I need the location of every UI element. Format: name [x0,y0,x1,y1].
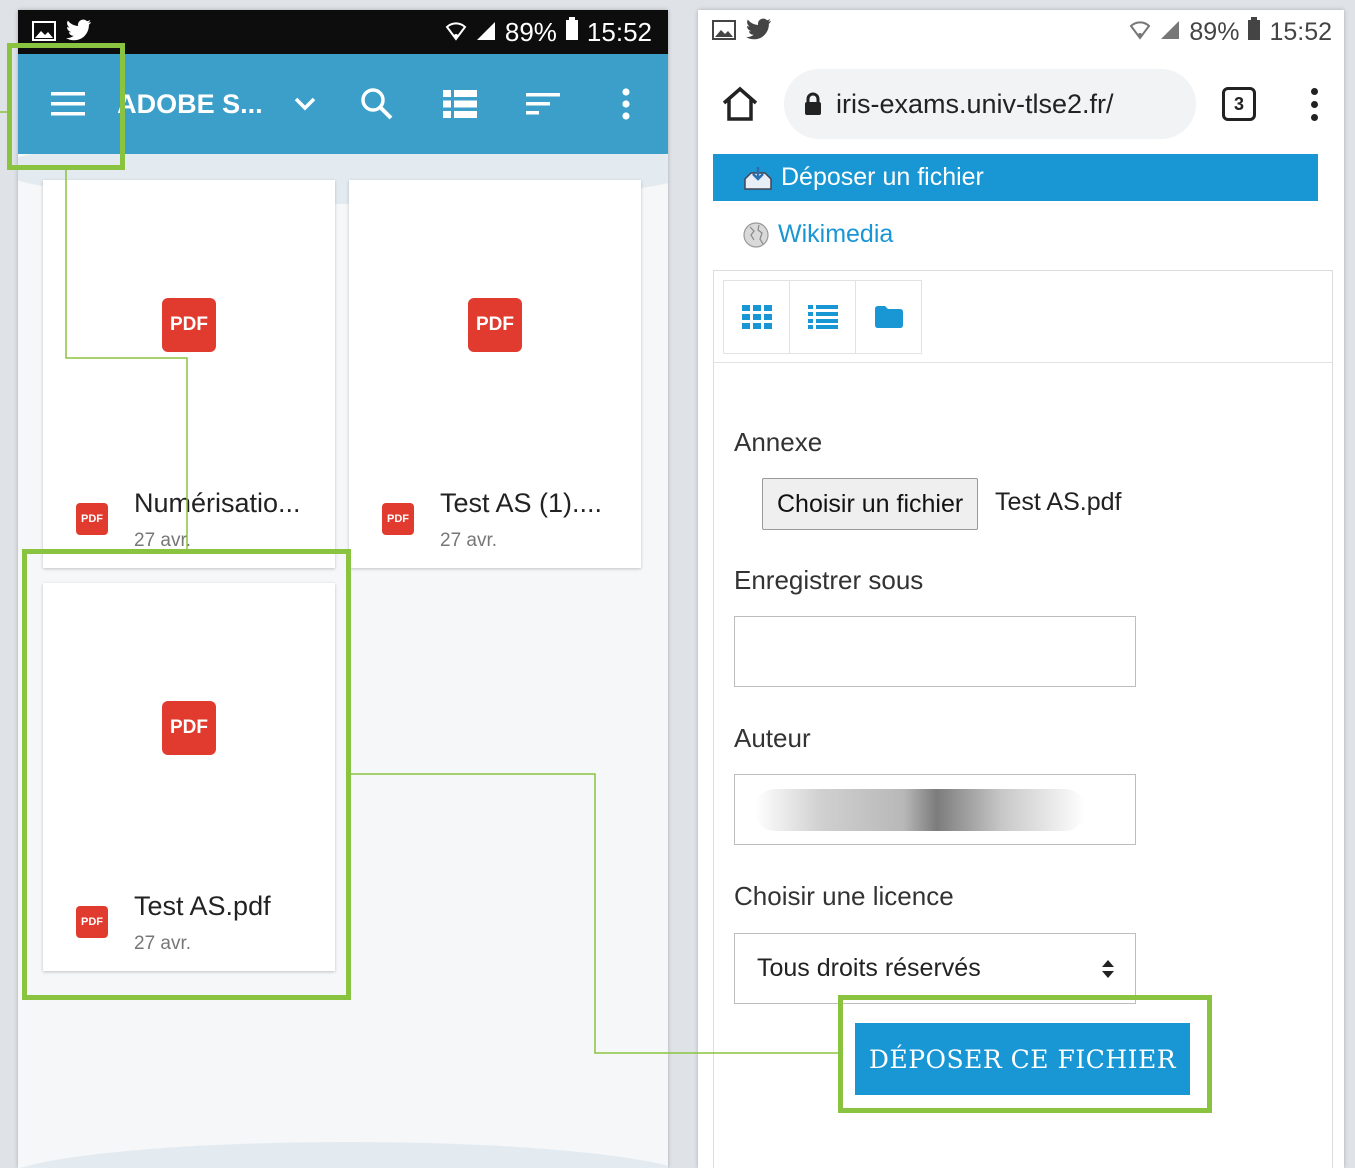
file-picker-panel: Annexe Choisir un fichier Test AS.pdf En… [713,270,1333,1168]
more-options-button[interactable] [585,54,668,154]
file-card[interactable]: PDF PDF Numérisatio... 27 avr. [43,180,335,568]
file-date: 27 avr. [134,530,192,551]
icon-view-button[interactable] [723,280,790,354]
home-button[interactable] [708,72,772,136]
file-name: Test AS.pdf [134,891,271,921]
app-bar: ADOBE S... [18,54,668,154]
file-card[interactable]: PDF PDF Test AS (1).... 27 avr. [349,180,641,568]
license-select[interactable]: Tous droits réservés [734,933,1136,1004]
save-as-input[interactable] [734,616,1136,687]
background-wave [18,1142,668,1168]
view-mode-buttons [723,280,922,354]
battery-icon [565,16,579,48]
pdf-thumbnail-icon: PDF [162,701,216,755]
license-label: Choisir une licence [734,881,954,911]
redacted-author-name [755,789,1085,831]
divider [714,362,1332,363]
license-selected-value: Tous droits réservés [757,954,981,982]
upload-inbox-icon [744,166,772,190]
folder-dropdown-button[interactable] [276,54,335,154]
save-as-label: Enregistrer sous [734,565,924,595]
select-arrows-icon [1102,959,1114,978]
menu-button[interactable] [18,54,117,154]
battery-icon [1247,16,1261,48]
right-phone-screen: 89% 15:52 iris-exams.univ-tlse2.fr/ 3 Dé… [698,10,1344,1168]
twitter-icon [66,17,92,48]
chosen-file-name: Test AS.pdf [995,488,1122,516]
search-button[interactable] [335,54,418,154]
image-notification-icon [32,17,56,48]
wifi-icon [1129,18,1151,47]
list-view-button[interactable] [789,280,856,354]
chevron-down-icon [295,97,316,111]
browser-toolbar: iris-exams.univ-tlse2.fr/ 3 [698,54,1344,154]
clock: 15:52 [586,16,652,47]
grid-icon [741,305,772,329]
wikimedia-link-label: Wikimedia [778,220,894,248]
pdf-type-icon: PDF [76,503,108,535]
pdf-thumbnail-icon: PDF [468,298,522,352]
search-icon [360,88,393,120]
more-vertical-icon [1310,87,1318,95]
file-date: 27 avr. [134,933,192,954]
image-notification-icon [712,18,736,47]
signal-icon [1159,18,1181,47]
file-name: Numérisatio... [134,488,301,518]
upload-file-repository-link[interactable]: Déposer un fichier [713,154,1318,201]
signal-icon [475,17,497,48]
author-label: Auteur [734,723,811,753]
lock-icon [805,92,821,115]
file-card-test-as[interactable]: PDF PDF Test AS.pdf 27 avr. [43,583,335,971]
more-vertical-icon [622,88,630,120]
pdf-type-icon: PDF [382,503,414,535]
list-view-button[interactable] [418,54,501,154]
upload-link-label: Déposer un fichier [781,163,984,191]
list-icon [807,305,838,329]
list-view-icon [442,90,477,118]
sort-button[interactable] [502,54,585,154]
attachment-label: Annexe [734,427,823,457]
choose-file-button[interactable]: Choisir un fichier [762,478,979,530]
status-bar: 89% 15:52 [18,10,668,54]
tab-switcher-button[interactable]: 3 [1222,87,1256,121]
status-bar: 89% 15:52 [698,10,1344,54]
wifi-icon [445,17,467,48]
sort-icon [526,93,561,115]
address-bar[interactable]: iris-exams.univ-tlse2.fr/ [784,69,1196,139]
browser-menu-button[interactable] [1294,87,1334,121]
author-input[interactable] [734,774,1136,845]
file-date: 27 avr. [440,530,498,551]
folder-icon [874,306,903,328]
url-text: iris-exams.univ-tlse2.fr/ [836,88,1114,119]
file-name: Test AS (1).... [440,488,603,518]
home-icon [722,86,758,121]
pdf-type-icon: PDF [76,906,108,938]
left-phone-screen: 89% 15:52 ADOBE S... PDF PDF Numérisatio… [18,10,668,1168]
pdf-thumbnail-icon: PDF [162,298,216,352]
battery-percentage: 89% [1189,17,1240,46]
wikipedia-globe-icon [743,221,769,248]
clock: 15:52 [1269,17,1332,46]
wikimedia-repository-link[interactable]: Wikimedia [742,220,893,249]
twitter-icon [746,18,772,47]
folder-title[interactable]: ADOBE S... [117,89,276,120]
upload-this-file-button[interactable]: DÉPOSER CE FICHIER [855,1023,1190,1095]
tree-view-button[interactable] [855,280,922,354]
hamburger-menu-icon [50,92,85,116]
battery-percentage: 89% [504,16,557,47]
